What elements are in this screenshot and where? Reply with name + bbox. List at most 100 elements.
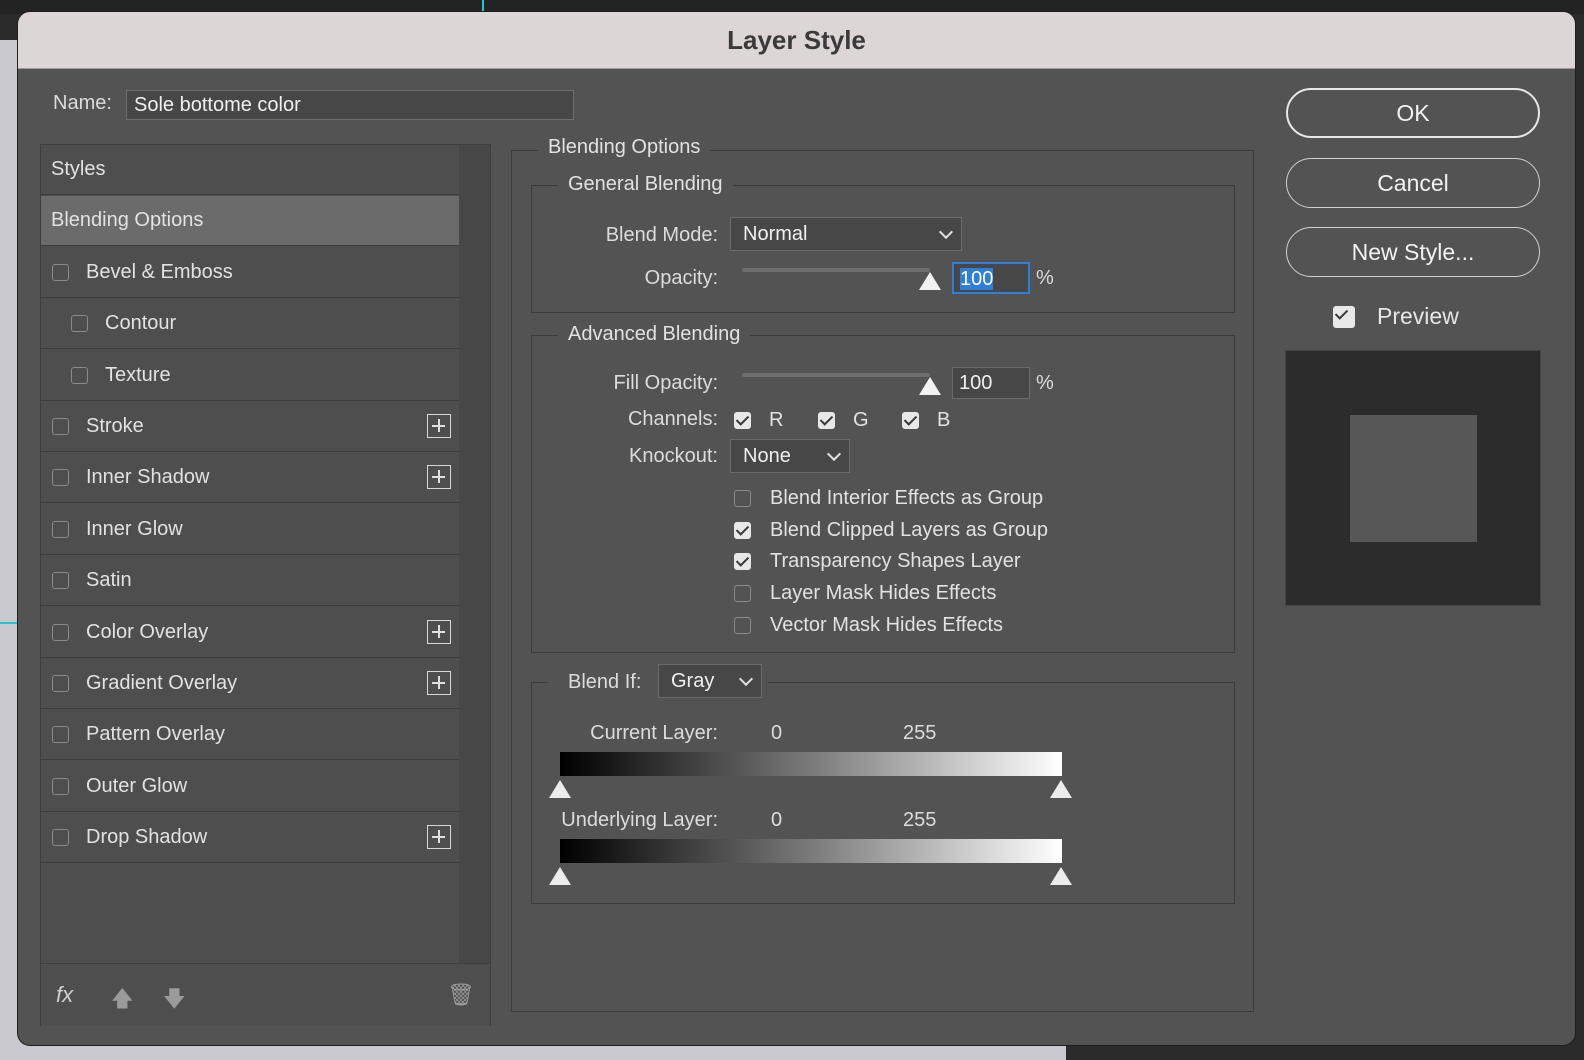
dialog-titlebar[interactable]: Layer Style [18,12,1575,69]
style-preview [1285,350,1541,606]
opacity-input[interactable]: 100 [952,262,1030,294]
style-item-label: Inner Glow [86,517,183,540]
option-checkbox[interactable] [734,490,751,507]
style-item-checkbox[interactable] [52,777,69,795]
style-item-checkbox[interactable] [52,469,69,487]
preview-checkbox[interactable] [1333,305,1355,328]
preview-toggle[interactable]: Preview [1333,303,1459,330]
blend-mode-select[interactable]: Normal [730,217,962,251]
add-effect-plus-icon[interactable] [427,465,451,490]
move-up-icon[interactable]: 🡅 [111,982,134,1020]
option-label: Layer Mask Hides Effects [770,582,997,605]
add-effect-plus-icon[interactable] [427,671,451,695]
opacity-value: 100 [960,268,994,290]
style-item-label: Texture [105,363,171,386]
style-item-blending-options[interactable]: Blending Options [41,196,459,247]
current-layer-high-stop[interactable] [1050,780,1072,798]
style-item-outer-glow[interactable]: Outer Glow [41,762,459,812]
option-transparency-shapes-layer[interactable]: Transparency Shapes Layer [734,550,1021,573]
style-item-checkbox[interactable] [52,520,69,538]
channel-b-toggle[interactable]: B [902,409,950,432]
style-item-label: Styles [51,158,106,180]
underlying-layer-gradient [560,839,1062,863]
blend-mode-value: Normal [743,223,808,245]
style-item-checkbox[interactable] [52,623,69,641]
style-item-checkbox[interactable] [52,726,69,744]
styles-scrollbar[interactable] [459,145,490,963]
blend-if-select[interactable]: Gray [658,664,762,698]
blending-options-title: Blending Options [538,136,711,159]
style-item-styles[interactable]: Styles [41,145,459,195]
add-effect-plus-icon[interactable] [427,619,451,644]
channel-r-toggle[interactable]: R [734,409,783,432]
underlying-layer-high-value: 255 [903,809,937,831]
option-checkbox[interactable] [734,521,751,539]
option-vector-mask-hides-effects[interactable]: Vector Mask Hides Effects [734,614,1003,637]
underlying-layer-low-value: 0 [771,809,783,831]
trash-icon[interactable]: 🗑 [447,982,475,1008]
opacity-slider[interactable] [742,268,930,272]
style-item-contour[interactable]: Contour [41,299,459,350]
style-item-checkbox[interactable] [71,315,88,333]
style-item-label: Bevel & Emboss [86,260,233,283]
option-checkbox[interactable] [734,616,751,634]
move-down-icon[interactable]: 🡇 [163,982,186,1020]
styles-list-panel: Styles Blending Options Bevel & Emboss Cont… [40,144,491,1026]
opacity-slider-thumb[interactable] [919,272,941,290]
style-item-label: Blending Options [51,209,204,232]
style-item-bevel-emboss[interactable]: Bevel & Emboss [41,248,459,298]
dialog-title: Layer Style [727,24,866,55]
option-layer-mask-hides-effects[interactable]: Layer Mask Hides Effects [734,582,996,605]
style-item-label: Contour [105,312,177,335]
ok-button[interactable]: OK [1286,88,1540,138]
add-effect-plus-icon[interactable] [427,825,451,850]
style-item-label: Gradient Overlay [86,672,238,694]
blend-if-value: Gray [671,670,715,692]
style-item-checkbox[interactable] [52,829,69,847]
channel-checkbox[interactable] [902,412,919,429]
chevron-down-icon [826,446,842,462]
channel-g-toggle[interactable]: G [818,409,869,432]
new-style-button[interactable]: New Style... [1286,227,1540,277]
style-item-label: Outer Glow [86,774,188,797]
option-label: Transparency Shapes Layer [770,550,1021,573]
style-item-inner-shadow[interactable]: Inner Shadow [41,453,459,504]
blend-if-label: Blend If: [568,671,642,693]
style-item-pattern-overlay[interactable]: Pattern Overlay [41,710,459,761]
fill-opacity-slider-thumb[interactable] [919,377,941,395]
channel-label: G [853,409,869,431]
underlying-layer-low-stop[interactable] [549,867,571,885]
current-layer-low-stop[interactable] [549,780,571,798]
option-checkbox[interactable] [734,585,751,603]
fx-icon[interactable]: fx [56,982,73,1008]
style-item-color-overlay[interactable]: Color Overlay [41,608,459,658]
channels-label: Channels: [627,408,718,430]
cancel-button[interactable]: Cancel [1286,158,1540,208]
style-item-checkbox[interactable] [52,418,69,435]
style-item-gradient-overlay[interactable]: Gradient Overlay [41,659,459,709]
add-effect-plus-icon[interactable] [427,414,451,438]
style-item-satin[interactable]: Satin [41,556,459,607]
fill-opacity-slider[interactable] [742,373,930,377]
option-checkbox[interactable] [734,553,751,571]
knockout-select[interactable]: None [730,439,850,473]
chevron-down-icon [938,224,954,240]
style-item-inner-glow[interactable]: Inner Glow [41,505,459,555]
option-blend-interior-effects-as-group[interactable]: Blend Interior Effects as Group [734,487,1043,510]
option-blend-clipped-layers-as-group[interactable]: Blend Clipped Layers as Group [734,519,1048,542]
canvas-guide-line [0,622,20,624]
style-item-checkbox[interactable] [52,572,69,590]
opacity-unit: % [1036,267,1054,289]
style-item-stroke[interactable]: Stroke [41,402,459,452]
style-item-label: Stroke [86,415,144,437]
style-item-checkbox[interactable] [52,675,69,692]
underlying-layer-high-stop[interactable] [1050,867,1072,885]
style-item-drop-shadow[interactable]: Drop Shadow [41,813,459,864]
channel-checkbox[interactable] [818,412,835,429]
style-item-checkbox[interactable] [52,263,69,281]
channel-checkbox[interactable] [734,412,751,429]
style-item-checkbox[interactable] [71,366,88,384]
name-input[interactable]: Sole bottome color [126,90,574,120]
fill-opacity-input[interactable]: 100 [952,367,1030,399]
style-item-texture[interactable]: Texture [41,351,459,401]
